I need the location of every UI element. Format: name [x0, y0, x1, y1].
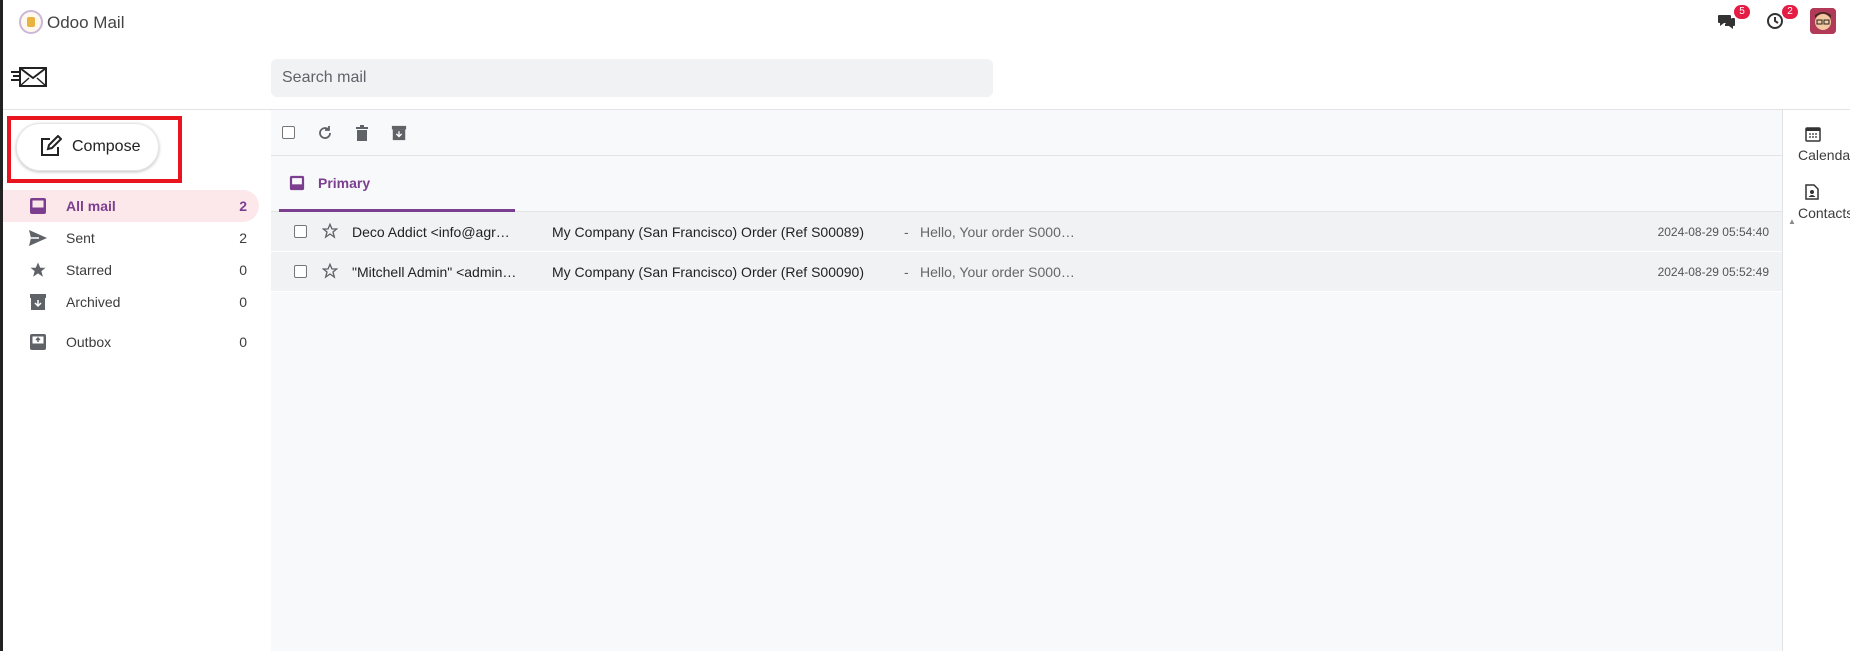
contacts-app-button[interactable]: Contacts — [1798, 184, 1850, 221]
email-sender: Deco Addict <info@agrolait.com> — [352, 223, 517, 240]
messages-icon[interactable]: 5 — [1714, 5, 1750, 34]
star-outline-icon[interactable] — [322, 223, 338, 239]
sidebar-item-label: Outbox — [66, 334, 112, 350]
outbox-icon — [28, 332, 48, 352]
sidebar-item-all-mail[interactable]: All mail 2 — [3, 190, 259, 222]
app-title: Odoo Mail — [47, 13, 125, 32]
sidebar: Compose All mail 2 Sent 2 Starred 0 Arch… — [3, 110, 271, 651]
sidebar-item-count: 2 — [239, 198, 247, 214]
sidebar-item-count: 2 — [239, 230, 247, 246]
activities-icon[interactable]: 2 — [1762, 5, 1798, 34]
mail-tabs: Primary — [271, 156, 1782, 212]
email-snippet: Hello, Your order S00089 amounting — [920, 223, 1080, 240]
sidebar-item-count: 0 — [239, 294, 247, 310]
email-row[interactable]: "Mitchell Admin" <admin@yourcompany.exam… — [271, 252, 1782, 292]
email-separator: - — [904, 263, 909, 280]
top-bar: Odoo Mail 5 2 — [3, 0, 1850, 46]
compose-button[interactable]: Compose — [16, 123, 159, 171]
sidebar-item-label: All mail — [66, 198, 116, 214]
mail-toolbar — [271, 110, 1782, 156]
compose-highlight: Compose — [7, 116, 182, 183]
compose-icon — [38, 135, 62, 159]
sidebar-item-starred[interactable]: Starred 0 — [3, 254, 259, 286]
mail-list-panel: Primary Deco Addict <info@agrolait.com> … — [271, 110, 1783, 651]
email-checkbox[interactable] — [294, 265, 307, 278]
search-input[interactable] — [271, 59, 993, 97]
mail-envelope-icon[interactable] — [10, 66, 48, 88]
email-snippet: Hello, Your order S00090 amounting — [920, 263, 1080, 280]
compose-label: Compose — [72, 138, 141, 155]
email-date: 2024-08-29 05:54:40 — [1657, 224, 1769, 239]
archive-icon — [28, 292, 48, 312]
contacts-icon — [1805, 184, 1819, 200]
star-icon — [28, 260, 48, 280]
select-all-checkbox[interactable] — [282, 126, 295, 139]
email-date: 2024-08-29 05:52:49 — [1657, 264, 1769, 279]
star-outline-icon[interactable] — [322, 263, 338, 279]
sidebar-item-outbox[interactable]: Outbox 0 — [3, 326, 259, 358]
trash-icon[interactable] — [355, 124, 369, 141]
email-row[interactable]: Deco Addict <info@agrolait.com> My Compa… — [271, 212, 1782, 252]
email-sender: "Mitchell Admin" <admin@yourcompany.exam… — [352, 263, 517, 280]
user-avatar[interactable] — [1810, 8, 1836, 34]
sidebar-item-sent[interactable]: Sent 2 — [3, 222, 259, 254]
send-icon — [28, 228, 48, 248]
refresh-icon[interactable] — [317, 125, 333, 141]
contacts-label: Contacts — [1798, 205, 1850, 221]
activities-badge: 2 — [1782, 5, 1798, 19]
sidebar-nav: All mail 2 Sent 2 Starred 0 Archived 0 O… — [3, 190, 259, 358]
sidebar-item-count: 0 — [239, 334, 247, 350]
tab-label: Primary — [318, 174, 371, 191]
inbox-icon — [28, 196, 48, 216]
sidebar-item-label: Archived — [66, 294, 121, 310]
sidebar-item-archived[interactable]: Archived 0 — [3, 286, 259, 318]
tab-primary[interactable]: Primary — [279, 156, 515, 212]
mail-header — [3, 46, 1850, 110]
email-subject: My Company (San Francisco) Order (Ref S0… — [552, 223, 864, 240]
archive-icon[interactable] — [391, 125, 407, 141]
email-subject: My Company (San Francisco) Order (Ref S0… — [552, 263, 864, 280]
caret-up-icon: ▲ — [1788, 217, 1796, 226]
email-separator: - — [904, 223, 909, 240]
sidebar-item-count: 0 — [239, 262, 247, 278]
email-checkbox[interactable] — [294, 225, 307, 238]
calendar-icon — [1805, 126, 1821, 142]
calendar-label: Calendar — [1798, 147, 1850, 163]
sidebar-item-label: Sent — [66, 230, 95, 246]
messages-badge: 5 — [1734, 5, 1750, 19]
calendar-app-button[interactable]: Calendar — [1798, 126, 1850, 163]
sidebar-item-label: Starred — [66, 262, 112, 278]
top-icons: 5 2 — [1714, 5, 1836, 34]
right-side-panel: Calendar ▲ Contacts — [1783, 110, 1850, 651]
inbox-icon — [289, 175, 305, 191]
odoo-mail-logo[interactable] — [19, 10, 43, 34]
